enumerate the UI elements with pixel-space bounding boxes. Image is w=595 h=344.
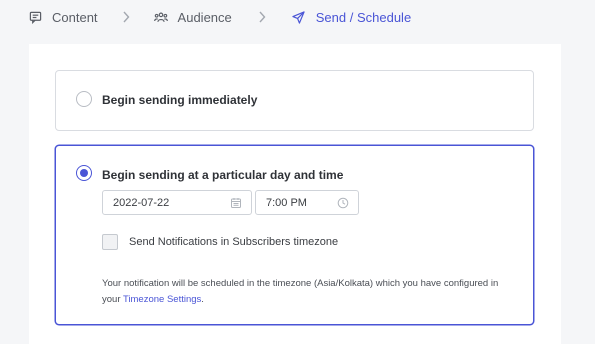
schedule-time-value: 7:00 PM	[266, 196, 307, 209]
schedule-date-input[interactable]: 2022-07-22	[102, 190, 252, 215]
step-audience[interactable]: Audience	[153, 9, 232, 25]
option-send-scheduled-label: Begin sending at a particular day and ti…	[102, 168, 344, 182]
subscriber-timezone-label[interactable]: Send Notifications in Subscribers timezo…	[129, 236, 338, 248]
timezone-note: Your notification will be scheduled in t…	[102, 276, 502, 308]
message-square-icon	[28, 10, 42, 24]
calendar-icon[interactable]	[230, 197, 242, 209]
schedule-date-value: 2022-07-22	[113, 196, 170, 209]
right-gutter	[561, 44, 595, 344]
subscriber-timezone-checkbox[interactable]	[102, 234, 118, 250]
schedule-steps-breadcrumb: Content Audience Send / Schedule	[0, 0, 595, 34]
send-icon	[292, 10, 306, 24]
step-content-label: Content	[52, 9, 98, 25]
radio-send-scheduled[interactable]	[76, 165, 92, 181]
step-send-schedule-label: Send / Schedule	[315, 9, 412, 25]
timezone-settings-link[interactable]: Timezone Settings	[123, 294, 201, 305]
users-icon	[153, 10, 168, 24]
chevron-right-icon	[232, 11, 292, 23]
option-send-immediately-label: Begin sending immediately	[102, 93, 258, 107]
timezone-note-end: .	[201, 294, 204, 305]
clock-icon[interactable]	[337, 197, 349, 209]
schedule-time-input[interactable]: 7:00 PM	[255, 190, 359, 215]
option-send-scheduled[interactable]: Begin sending at a particular day and ti…	[55, 145, 534, 325]
step-content[interactable]: Content	[28, 10, 98, 25]
option-send-immediately[interactable]: Begin sending immediately	[55, 70, 534, 131]
chevron-right-icon	[98, 11, 154, 23]
step-audience-label: Audience	[177, 9, 232, 25]
step-send-schedule[interactable]: Send / Schedule	[292, 10, 411, 25]
schedule-card: Begin sending immediately Begin sending …	[29, 44, 561, 344]
radio-send-immediately[interactable]	[76, 91, 92, 107]
